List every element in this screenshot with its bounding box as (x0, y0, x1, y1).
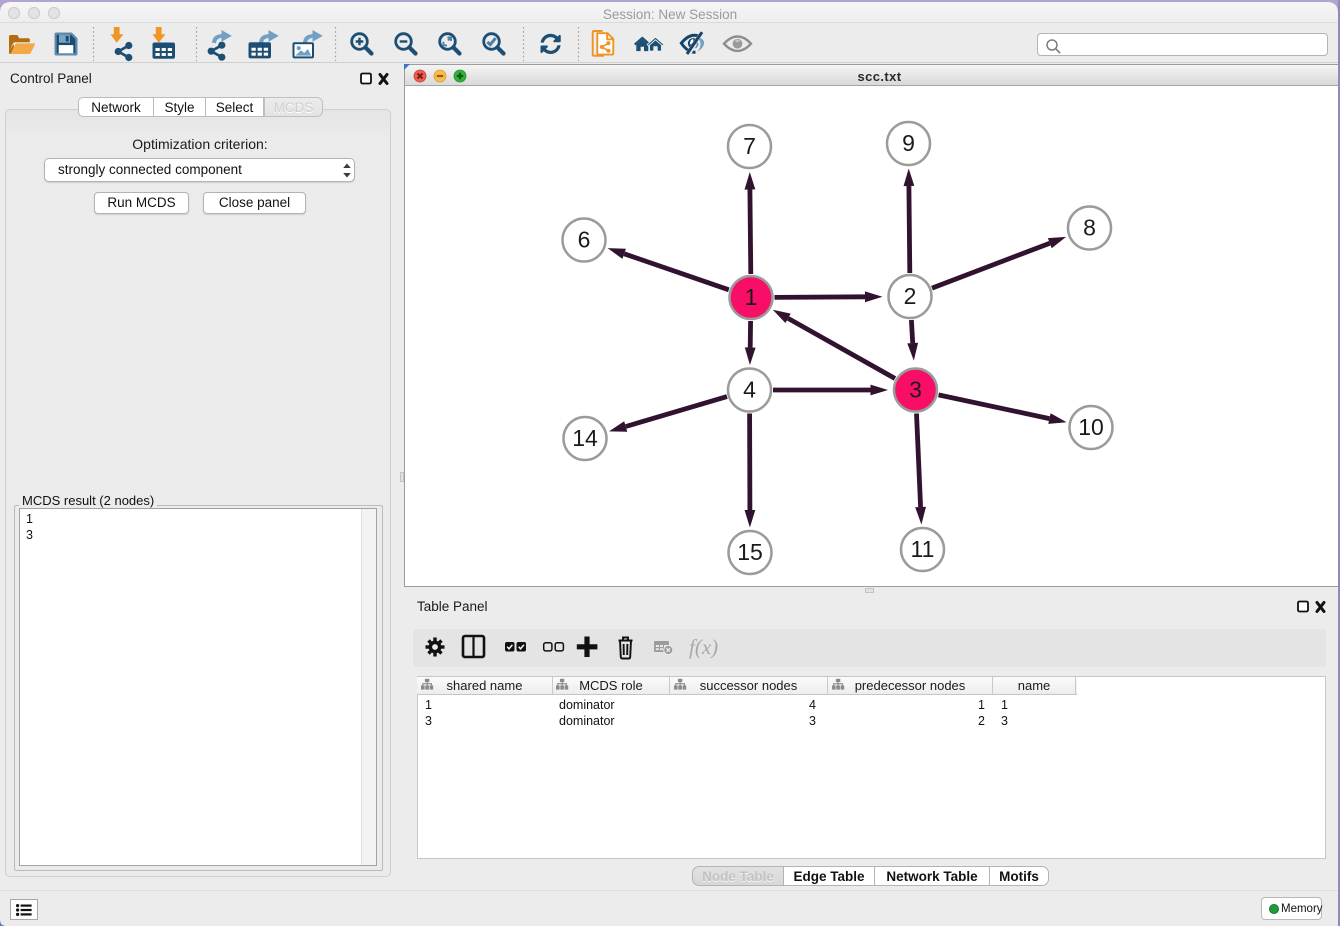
svg-text:7: 7 (743, 133, 756, 159)
svg-text:11: 11 (911, 536, 935, 562)
svg-text:10: 10 (1078, 414, 1104, 440)
svg-text:4: 4 (743, 377, 756, 403)
svg-text:9: 9 (902, 130, 915, 156)
svg-text:14: 14 (572, 425, 598, 451)
svg-text:f(x): f(x) (689, 635, 718, 659)
svg-text:8: 8 (1083, 215, 1096, 241)
svg-text:6: 6 (578, 227, 591, 253)
svg-text:15: 15 (737, 539, 763, 565)
svg-text:2: 2 (904, 283, 917, 309)
svg-text:3: 3 (909, 377, 922, 403)
svg-text:1: 1 (745, 284, 758, 310)
